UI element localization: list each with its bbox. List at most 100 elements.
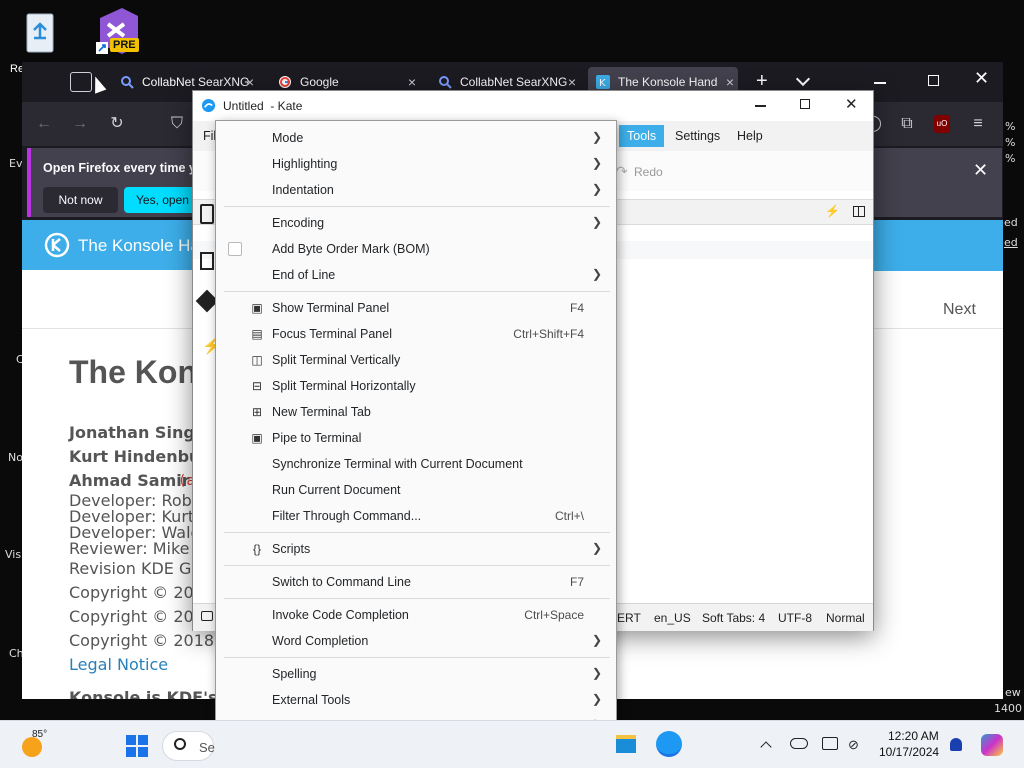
menu-item-external-tools[interactable]: External Tools ❯	[216, 687, 616, 713]
maximize-icon[interactable]	[928, 75, 939, 86]
documents-icon[interactable]	[200, 204, 214, 224]
windows-logo-icon	[126, 735, 148, 757]
menu-separator	[224, 598, 610, 599]
author: Ahmad Samir	[69, 471, 190, 490]
menu-item-label: Scripts	[272, 542, 311, 556]
menu-item-show-terminal-panel[interactable]: ▣ Show Terminal Panel F4	[216, 295, 616, 321]
extensions-icon[interactable]: ⧉	[894, 112, 920, 136]
menu-item-label: Add Byte Order Mark (BOM)	[272, 242, 430, 256]
tab-label: CollabNet SearXNG	[142, 75, 250, 89]
minimize-icon[interactable]	[874, 82, 886, 84]
ublock-icon[interactable]: uO	[934, 115, 950, 133]
split-view-icon[interactable]	[853, 206, 865, 217]
menu-item-add-byte-order-mark-bom[interactable]: Add Byte Order Mark (BOM)	[216, 236, 616, 262]
encoding-indicator[interactable]: UTF-8	[778, 611, 812, 625]
windows-taskbar: 85° Se ⊘ 12:20 AM 10/17/2024	[0, 720, 1024, 768]
recycle-bin-icon	[26, 13, 54, 53]
legal-notice-link[interactable]: Legal Notice	[69, 655, 168, 674]
close-window-icon[interactable]: ✕	[845, 95, 858, 113]
terminal-icon: ▣	[251, 301, 263, 315]
menu-item-indentation[interactable]: Indentation ❯	[216, 177, 616, 203]
menu-item-scripts[interactable]: {} Scripts ❯	[216, 536, 616, 562]
start-button[interactable]	[126, 735, 148, 757]
menu-help[interactable]: Help	[731, 127, 769, 145]
copilot-preview-icon[interactable]	[981, 734, 1003, 756]
mode-indicator[interactable]: Normal	[826, 611, 865, 625]
taskbar-search[interactable]: Se	[162, 731, 215, 761]
menu-item-label: Synchronize Terminal with Current Docume…	[272, 457, 523, 471]
back-icon[interactable]: ←	[31, 112, 57, 136]
scripts-icon: {}	[252, 542, 261, 556]
close-tab-icon[interactable]: ×	[246, 74, 254, 90]
forward-icon[interactable]: →	[67, 112, 93, 136]
next-link[interactable]: Next	[943, 301, 976, 319]
notification-bell-icon[interactable]	[950, 738, 962, 751]
maximize-icon[interactable]	[800, 99, 810, 109]
menu-item-split-terminal-horizontally[interactable]: ⊟ Split Terminal Horizontally	[216, 373, 616, 399]
menu-item-word-completion[interactable]: Word Completion ❯	[216, 628, 616, 654]
right-edge-label: %	[1005, 136, 1016, 149]
menu-item-highlighting[interactable]: Highlighting ❯	[216, 151, 616, 177]
chevron-down-icon[interactable]	[795, 71, 811, 87]
revision-line: Revision KDE Ge	[69, 559, 202, 578]
tab-list-button[interactable]	[70, 72, 92, 92]
clock-time[interactable]: 12:20 AM	[888, 729, 939, 743]
menu-tools[interactable]: Tools	[619, 125, 665, 147]
menu-item-switch-to-command-line[interactable]: Switch to Command Line F7	[216, 569, 616, 595]
volume-off-icon[interactable]: ⊘	[848, 737, 859, 753]
file-explorer-icon[interactable]	[616, 735, 636, 753]
menu-item-label: Invoke Code Completion	[272, 608, 409, 622]
close-tab-icon[interactable]: ×	[568, 74, 576, 90]
redo-button[interactable]: Redo	[634, 165, 663, 179]
menu-item-run-current-document[interactable]: Run Current Document	[216, 477, 616, 503]
menu-item-pipe-to-terminal[interactable]: ▣ Pipe to Terminal	[216, 425, 616, 451]
quick-open-icon[interactable]: ⚡	[825, 204, 840, 218]
close-tab-icon[interactable]: ×	[726, 74, 734, 90]
clock-date[interactable]: 10/17/2024	[879, 745, 939, 759]
menu-item-focus-terminal-panel[interactable]: ▤ Focus Terminal Panel Ctrl+Shift+F4	[216, 321, 616, 347]
menu-item-label: Run Current Document	[272, 483, 401, 497]
bom-checkbox[interactable]	[228, 242, 242, 256]
redo-icon[interactable]: ↷	[616, 163, 628, 180]
close-tab-icon[interactable]: ×	[408, 74, 416, 90]
pre-badge: PRE	[110, 38, 139, 52]
split-view-divider	[857, 207, 859, 216]
chevron-up-icon[interactable]	[760, 741, 772, 753]
search-icon	[174, 738, 186, 750]
menu-item-end-of-line[interactable]: End of Line ❯	[216, 262, 616, 288]
menu-item-mode[interactable]: Mode ❯	[216, 125, 616, 151]
shield-icon[interactable]: ⛉	[164, 112, 190, 136]
split-horizontal-icon: ⊟	[251, 379, 263, 393]
menu-icon[interactable]: ≡	[965, 112, 991, 136]
menu-item-filter-through-command[interactable]: Filter Through Command... Ctrl+\	[216, 503, 616, 529]
projects-icon[interactable]	[200, 252, 214, 270]
close-window-icon[interactable]: ✕	[974, 68, 989, 89]
close-notification-icon[interactable]: ✕	[973, 160, 988, 181]
reload-icon[interactable]: ↻	[104, 112, 130, 136]
menu-item-encoding[interactable]: Encoding ❯	[216, 210, 616, 236]
search-placeholder: Se	[199, 740, 215, 755]
menu-item-split-terminal-vertically[interactable]: ◫ Split Terminal Vertically	[216, 347, 616, 373]
cloud-off-icon[interactable]	[790, 738, 808, 749]
dictionary-indicator[interactable]: en_US	[654, 611, 691, 625]
visual-studio-preview[interactable]: PRE	[90, 6, 150, 59]
menu-separator	[224, 206, 610, 207]
menu-settings[interactable]: Settings	[669, 127, 726, 145]
minimize-icon[interactable]	[755, 105, 766, 107]
menu-item-new-terminal-tab[interactable]: ⊞ New Terminal Tab	[216, 399, 616, 425]
menu-item-spelling[interactable]: Spelling ❯	[216, 661, 616, 687]
menu-item-shortcut: Ctrl+Space	[524, 608, 584, 622]
menu-item-synchronize-terminal-with-current-document[interactable]: Synchronize Terminal with Current Docume…	[216, 451, 616, 477]
status-bar-left-icon[interactable]	[201, 611, 213, 621]
weather-widget[interactable]: 85°	[20, 729, 60, 761]
tools-dropdown-menu: Mode ❯ Highlighting ❯ Indentation ❯ Encoding ❯ A…	[215, 120, 617, 768]
input-mode-indicator[interactable]: ERT	[617, 611, 641, 625]
kate-title: Untitled - Kate	[223, 99, 303, 113]
menu-item-label: Spelling	[272, 667, 317, 681]
indentation-indicator[interactable]: Soft Tabs: 4	[702, 611, 765, 625]
kate-taskbar-icon[interactable]	[656, 731, 682, 757]
not-now-button[interactable]: Not now	[43, 187, 118, 213]
menu-item-invoke-code-completion[interactable]: Invoke Code Completion Ctrl+Space	[216, 602, 616, 628]
tab-label: CollabNet SearXNG	[460, 75, 568, 89]
network-icon[interactable]	[822, 737, 838, 750]
